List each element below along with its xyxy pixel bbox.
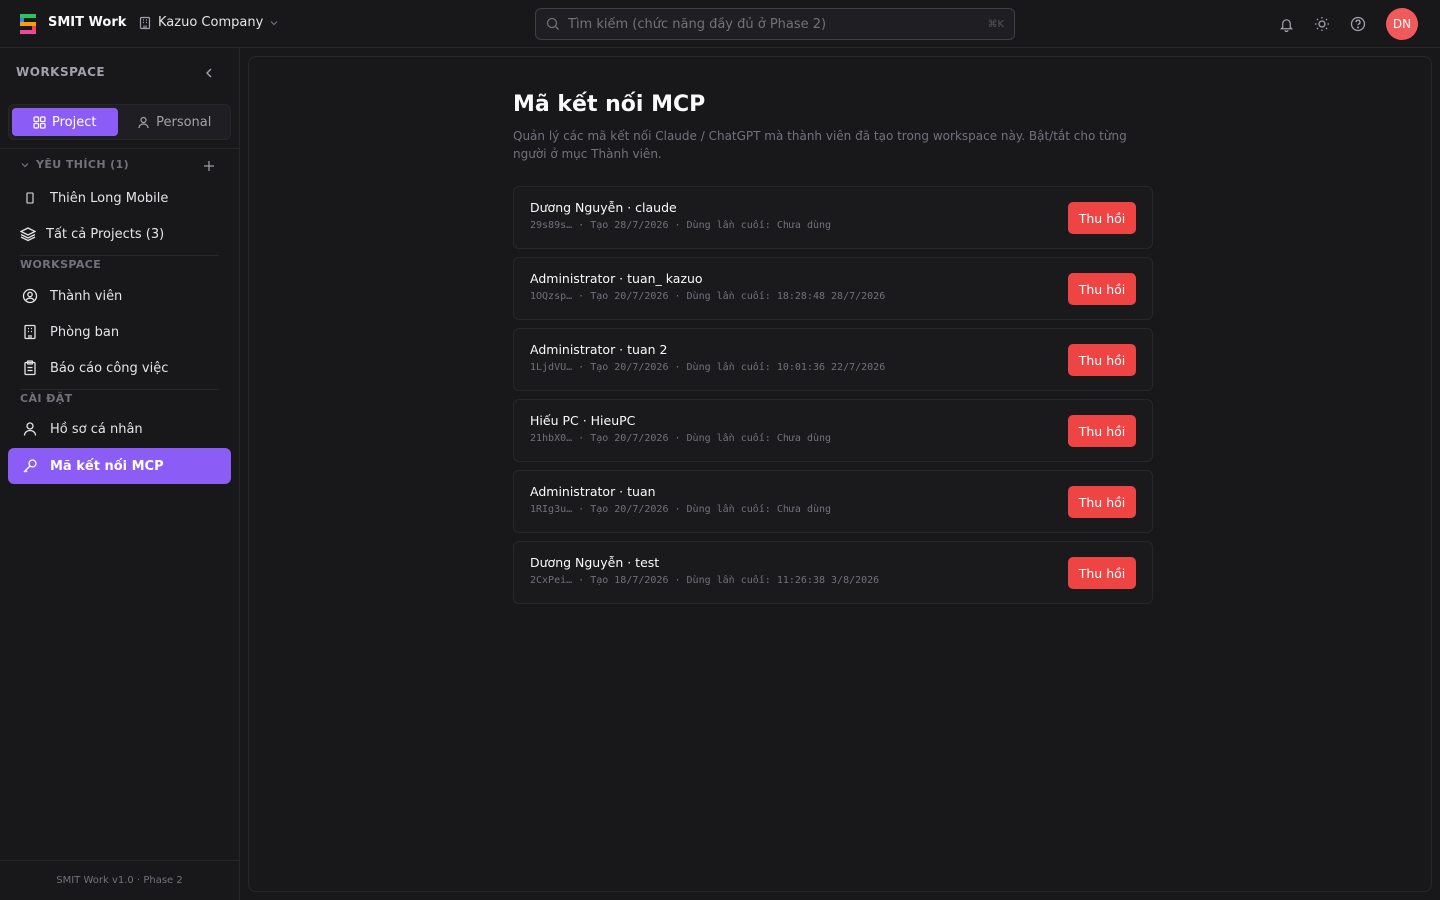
sidebar-footer: SMIT Work v1.0 · Phase 2	[0, 860, 239, 900]
app-logo-icon[interactable]	[20, 14, 36, 34]
sidebar-item-work-reports[interactable]: Báo cáo công việc	[8, 350, 231, 386]
token-row: Administrator · tuan 2 1LjdVU… · Tạo 20/…	[513, 328, 1153, 391]
workspace-mode-toggle: Project Personal	[8, 104, 231, 140]
sidebar-title: WORKSPACE	[16, 65, 106, 79]
token-row: Hiếu PC · HieuPC 21hbX0… · Tạo 20/7/2026…	[513, 399, 1153, 462]
sun-icon	[1315, 17, 1329, 31]
token-row: Administrator · tuan_ kazuo 1OQzsp… · Tạ…	[513, 257, 1153, 320]
user-circle-icon	[22, 288, 38, 304]
section-workspace: WORKSPACE	[20, 258, 102, 271]
page-title: Mã kết nối MCP	[513, 92, 706, 117]
sidebar-item-label: Tất cả Projects (3)	[46, 226, 165, 242]
token-meta: 2CxPei… · Tạo 18/7/2026 · Dùng lần cuối:…	[530, 575, 880, 586]
user-avatar[interactable]: DN	[1386, 8, 1418, 40]
token-row: Dương Nguyễn · claude 29s89s… · Tạo 28/7…	[513, 186, 1153, 249]
divider	[20, 255, 219, 256]
sidebar-item-label: Báo cáo công việc	[50, 360, 169, 376]
page-description: Quản lý các mã kết nối Claude / ChatGPT …	[513, 129, 1127, 161]
user-icon	[138, 116, 149, 128]
search-bar[interactable]: ⌘K	[535, 8, 1015, 40]
search-icon	[546, 17, 559, 30]
revoke-button[interactable]: Thu hồi	[1068, 557, 1136, 589]
token-title: Hiếu PC · HieuPC	[530, 413, 636, 428]
sidebar-item-label: Phòng ban	[50, 324, 120, 340]
sidebar-item-label: Hồ sơ cá nhân	[50, 421, 143, 437]
help-circle-icon	[1350, 16, 1366, 32]
tab-personal[interactable]: Personal	[122, 108, 228, 136]
tab-project[interactable]: Project	[12, 108, 118, 136]
token-meta: 29s89s… · Tạo 28/7/2026 · Dùng lần cuối:…	[530, 220, 832, 231]
tab-personal-label: Personal	[156, 114, 212, 130]
building-icon	[139, 16, 151, 29]
company-switcher[interactable]: Kazuo Company	[138, 15, 279, 30]
sidebar-item-label: Thiên Long Mobile	[50, 190, 169, 206]
token-title: Administrator · tuan	[530, 484, 656, 499]
revoke-button[interactable]: Thu hồi	[1068, 415, 1136, 447]
grid-icon	[33, 115, 46, 129]
token-title: Dương Nguyễn · claude	[530, 200, 677, 215]
help-button[interactable]	[1348, 14, 1368, 34]
chevron-down-icon	[270, 20, 278, 25]
tab-project-label: Project	[52, 114, 97, 130]
theme-toggle-button[interactable]	[1312, 14, 1332, 34]
company-name: Kazuo Company	[158, 15, 264, 30]
token-meta: 1LjdVU… · Tạo 20/7/2026 · Dùng lần cuối:…	[530, 362, 886, 373]
token-title: Administrator · tuan_ kazuo	[530, 271, 703, 286]
revoke-button[interactable]: Thu hồi	[1068, 344, 1136, 376]
token-title: Administrator · tuan 2	[530, 342, 668, 357]
key-icon	[23, 459, 37, 473]
layers-icon	[20, 227, 36, 242]
bell-icon	[1279, 18, 1293, 32]
sidebar-item-label: Mã kết nối MCP	[50, 458, 164, 474]
token-meta: 21hbX0… · Tạo 20/7/2026 · Dùng lần cuối:…	[530, 433, 832, 444]
revoke-button[interactable]: Thu hồi	[1068, 202, 1136, 234]
add-favorite-icon[interactable]	[203, 160, 215, 172]
sidebar-item-members[interactable]: Thành viên	[8, 278, 231, 314]
search-input[interactable]	[568, 16, 980, 32]
phone-icon	[26, 192, 34, 204]
user-icon	[23, 422, 37, 436]
token-row: Dương Nguyễn · test 2CxPei… · Tạo 18/7/2…	[513, 541, 1153, 604]
section-settings: CÀI ĐẶT	[20, 392, 73, 405]
token-row: Administrator · tuan 1RIg3u… · Tạo 20/7/…	[513, 470, 1153, 533]
token-meta: 1RIg3u… · Tạo 20/7/2026 · Dùng lần cuối:…	[530, 504, 832, 515]
sidebar-item-departments[interactable]: Phòng ban	[8, 314, 231, 350]
token-title: Dương Nguyễn · test	[530, 555, 660, 570]
sidebar-item-thien-long-mobile[interactable]: Thiên Long Mobile	[8, 180, 231, 216]
revoke-button[interactable]: Thu hồi	[1068, 273, 1136, 305]
token-list: Dương Nguyễn · claude 29s89s… · Tạo 28/7…	[513, 186, 1153, 612]
sidebar-item-profile[interactable]: Hồ sơ cá nhân	[8, 411, 231, 447]
favorites-header[interactable]: YÊU THÍCH (1)	[20, 158, 129, 171]
divider	[0, 148, 239, 149]
token-meta: 1OQzsp… · Tạo 20/7/2026 · Dùng lần cuối:…	[530, 291, 886, 302]
notifications-button[interactable]	[1276, 14, 1296, 34]
search-shortcut: ⌘K	[987, 18, 1004, 30]
revoke-button[interactable]: Thu hồi	[1068, 486, 1136, 518]
top-bar: SMIT Work Kazuo Company ⌘K DN	[0, 0, 1440, 48]
sidebar-item-all-projects[interactable]: Tất cả Projects (3)	[8, 216, 231, 252]
collapse-sidebar-icon[interactable]	[202, 66, 216, 80]
sidebar-item-mcp-tokens[interactable]: Mã kết nối MCP	[8, 448, 231, 484]
app-name[interactable]: SMIT Work	[48, 15, 126, 30]
divider	[20, 389, 219, 390]
clipboard-icon	[24, 360, 36, 376]
chevron-down-icon	[21, 162, 29, 167]
main-panel: Mã kết nối MCP Quản lý các mã kết nối Cl…	[248, 56, 1432, 892]
sidebar: WORKSPACE Project Personal YÊU THÍCH (1)…	[0, 48, 240, 900]
sidebar-item-label: Thành viên	[50, 288, 123, 304]
favorites-header-label: YÊU THÍCH (1)	[36, 158, 130, 171]
building-icon	[24, 324, 36, 340]
